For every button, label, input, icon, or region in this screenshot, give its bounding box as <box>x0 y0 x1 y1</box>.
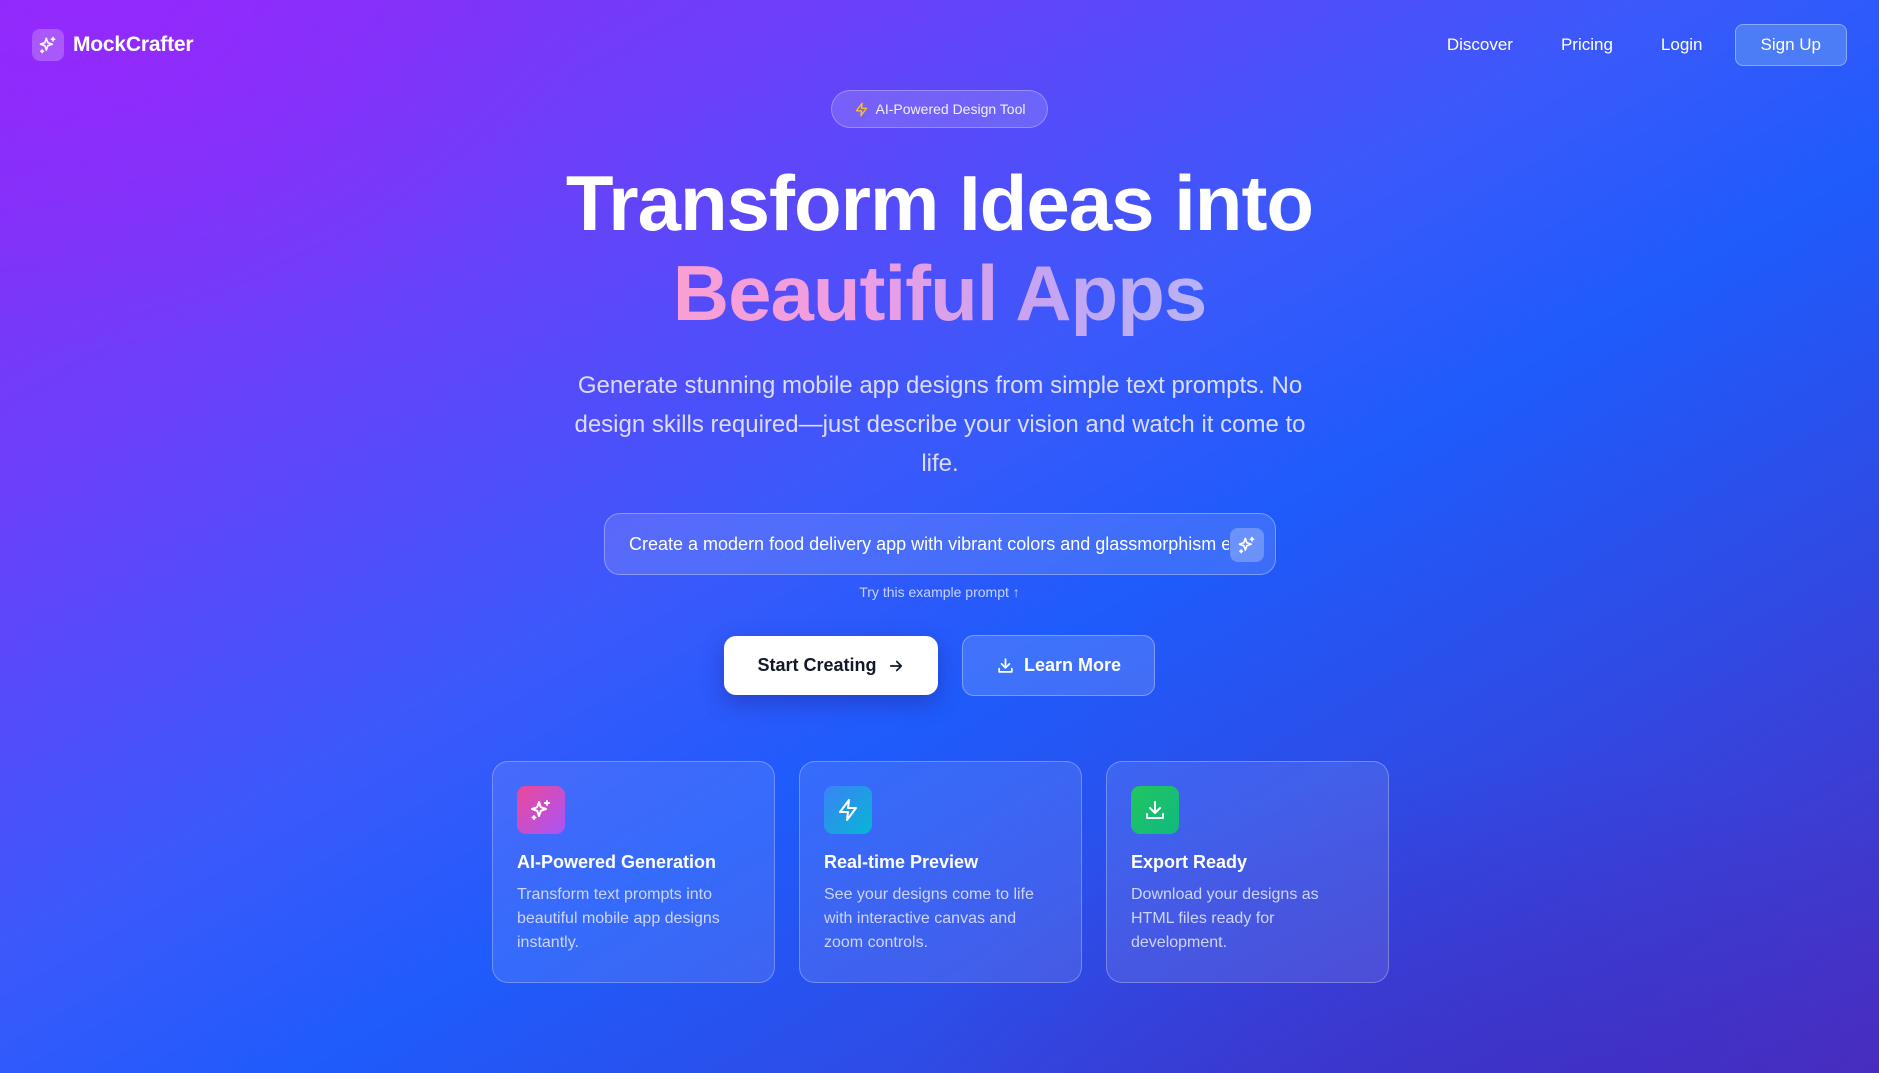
learn-more-label: Learn More <box>1023 655 1122 675</box>
download-icon <box>996 656 1015 675</box>
nav-link-pricing[interactable]: Pricing <box>1561 35 1613 55</box>
nav-links: Discover Pricing Login Sign Up <box>1447 24 1847 66</box>
lightning-icon <box>854 102 869 117</box>
feature-description: Transform text prompts into beautiful mo… <box>517 886 720 951</box>
prompt-input[interactable] <box>629 514 1229 574</box>
feature-description: See your designs come to life with inter… <box>824 886 1034 951</box>
brand-name: MockCrafter <box>73 33 194 56</box>
sparkles-icon <box>32 29 64 61</box>
headline-line-2: Beautiful Apps <box>672 249 1207 337</box>
feature-card: Export Ready Download your designs as HT… <box>1106 761 1389 983</box>
brand-logo[interactable]: MockCrafter <box>32 29 194 61</box>
headline-line-1: Transform Ideas into <box>565 159 1314 247</box>
feature-card: Real-time Preview See your designs come … <box>799 761 1082 983</box>
start-creating-button[interactable]: Start Creating <box>724 636 938 695</box>
hero-badge-label: AI-Powered Design Tool <box>875 101 1026 117</box>
sign-up-button[interactable]: Sign Up <box>1734 24 1847 66</box>
sparkles-icon <box>1237 535 1257 555</box>
prompt-hint: Try this example prompt ↑ <box>859 584 1020 600</box>
hero-headline: Transform Ideas into Beautiful Apps <box>0 158 1879 338</box>
sparkles-icon <box>517 786 565 834</box>
feature-title: Export Ready <box>1131 852 1248 872</box>
feature-title: Real-time Preview <box>824 852 979 872</box>
feature-card: AI-Powered Generation Transform text pro… <box>492 761 775 983</box>
download-icon <box>1131 786 1179 834</box>
feature-cards: AI-Powered Generation Transform text pro… <box>492 761 1389 983</box>
feature-description: Download your designs as HTML files read… <box>1131 886 1319 951</box>
hero-subtitle: Generate stunning mobile app designs fro… <box>574 372 1306 477</box>
nav-link-login[interactable]: Login <box>1661 35 1703 55</box>
feature-title: AI-Powered Generation <box>517 852 717 872</box>
arrow-right-icon <box>887 657 905 675</box>
lightning-icon <box>824 786 872 834</box>
learn-more-button[interactable]: Learn More <box>962 635 1155 696</box>
top-nav: MockCrafter Discover Pricing Login Sign … <box>0 0 1879 90</box>
start-creating-label: Start Creating <box>757 655 877 675</box>
prompt-box <box>604 513 1276 575</box>
hero-badge: AI-Powered Design Tool <box>831 90 1048 128</box>
generate-button[interactable] <box>1230 528 1264 562</box>
nav-link-discover[interactable]: Discover <box>1447 35 1513 55</box>
